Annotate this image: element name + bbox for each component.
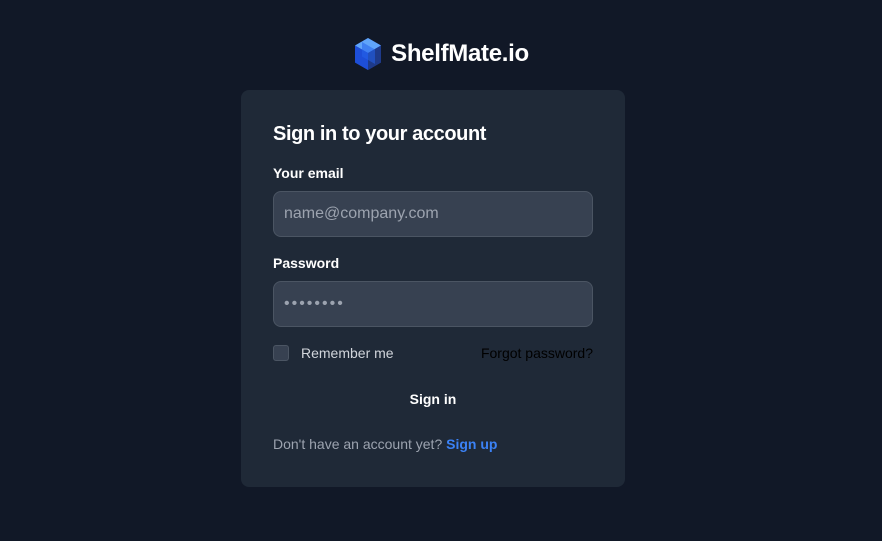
card-title: Sign in to your account bbox=[273, 123, 487, 145]
remember-me[interactable]: Remember me bbox=[273, 345, 394, 361]
signin-card: Sign in to your account Your email Passw… bbox=[241, 90, 625, 487]
email-input[interactable] bbox=[273, 191, 593, 237]
password-input[interactable] bbox=[273, 281, 593, 327]
remember-me-label: Remember me bbox=[301, 345, 394, 361]
signup-prompt-row: Don't have an account yet? Sign up bbox=[273, 436, 497, 452]
brand-header: ShelfMate.io bbox=[0, 36, 882, 72]
sign-up-link[interactable]: Sign up bbox=[446, 436, 497, 452]
forgot-password-link[interactable]: Forgot password? bbox=[481, 345, 593, 361]
cube-logo-icon bbox=[355, 38, 382, 70]
sign-in-button[interactable]: Sign in bbox=[273, 380, 593, 418]
brand-name: ShelfMate.io bbox=[391, 40, 529, 67]
email-label: Your email bbox=[273, 165, 344, 181]
password-label: Password bbox=[273, 255, 340, 271]
signup-prompt-text: Don't have an account yet? bbox=[273, 436, 443, 452]
remember-me-checkbox[interactable] bbox=[273, 345, 289, 361]
